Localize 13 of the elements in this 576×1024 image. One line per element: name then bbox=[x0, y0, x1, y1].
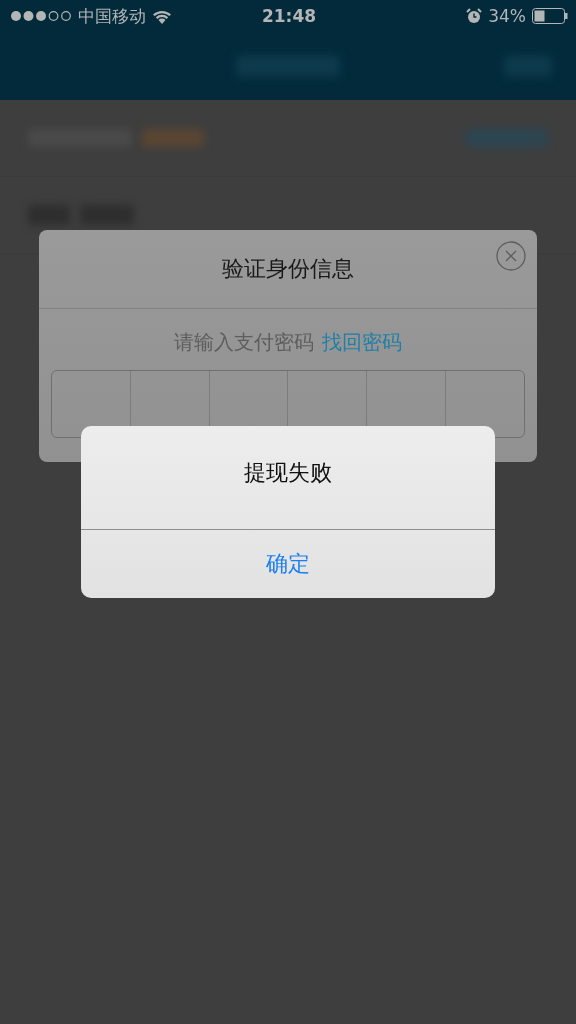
wifi-icon bbox=[152, 8, 172, 24]
carrier-name: 中国移动 bbox=[78, 4, 146, 28]
blurred-amount bbox=[142, 129, 204, 147]
confirm-button[interactable]: 确定 bbox=[81, 530, 495, 598]
password-prompt: 请输入支付密码 找回密码 bbox=[173, 329, 403, 356]
alert-title: 提现失败 bbox=[81, 426, 495, 530]
close-icon[interactable] bbox=[496, 241, 526, 271]
battery-icon bbox=[532, 8, 568, 24]
signal-strength-icon bbox=[10, 10, 72, 22]
clock-time: 21:48 bbox=[261, 6, 317, 26]
alarm-clock-icon bbox=[466, 8, 483, 24]
battery-percentage: 34% bbox=[488, 6, 526, 26]
dialog-title: 验证身份信息 bbox=[39, 230, 537, 309]
